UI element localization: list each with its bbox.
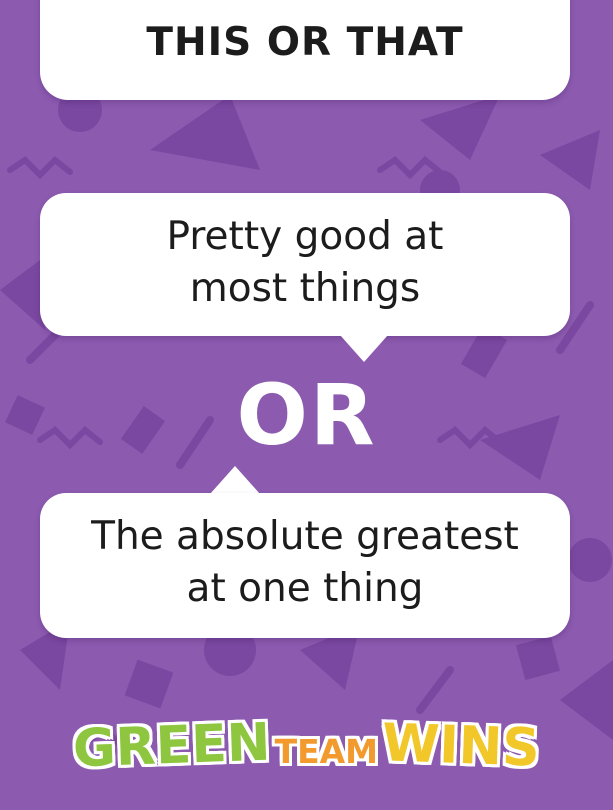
option-a-line-1: Pretty good at xyxy=(166,214,444,259)
option-a-text: Pretty good at most things xyxy=(40,211,570,315)
logo-word-wins: WINS xyxy=(380,712,542,779)
option-b-bubble-tail xyxy=(210,466,260,494)
option-b-line-1: The absolute greatest xyxy=(91,514,519,559)
title-card: THIS OR THAT xyxy=(40,0,570,100)
option-a-bubble-tail xyxy=(340,335,388,362)
this-or-that-card: { "title": "THIS OR THAT", "option_a": {… xyxy=(0,0,613,810)
option-a-line-2: most things xyxy=(189,266,421,311)
option-b-text: The absolute greatest at one thing xyxy=(40,511,570,615)
green-team-wins-logo: GREENTEAMWINS xyxy=(0,712,613,796)
logo-word-green: GREEN xyxy=(71,712,272,781)
option-b-line-2: at one thing xyxy=(186,566,424,611)
option-b-bubble[interactable]: The absolute greatest at one thing xyxy=(40,493,570,638)
or-divider: OR xyxy=(236,366,377,464)
card-title: THIS OR THAT xyxy=(146,20,464,65)
logo-word-team: TEAM xyxy=(274,731,379,772)
option-a-bubble[interactable]: Pretty good at most things xyxy=(40,193,570,336)
